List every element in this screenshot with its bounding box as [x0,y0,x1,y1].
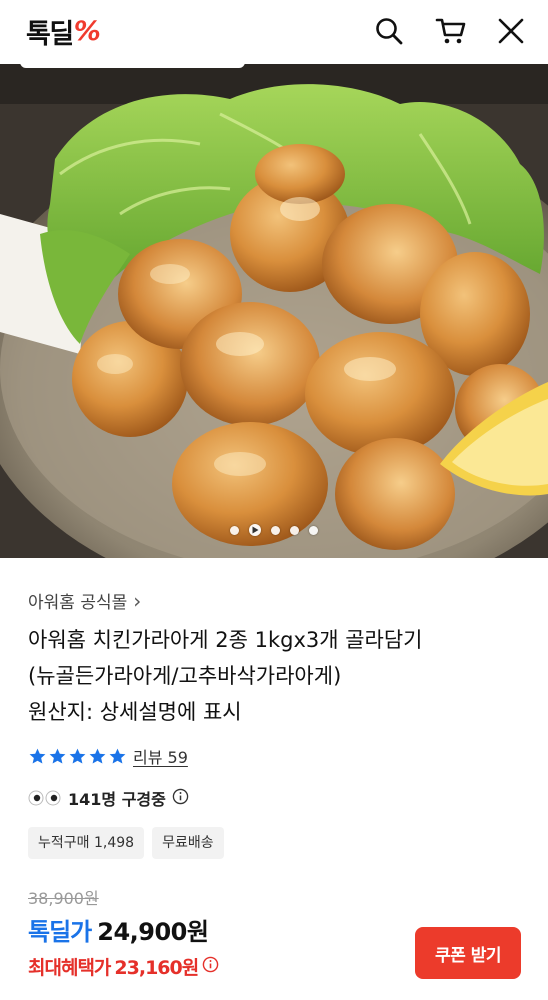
viewing-text: 141명 구경중 [68,790,166,809]
viewing-count: 141명 구경중 [28,786,189,810]
product-title-line: (뉴골든가라아게/고추바삭가라아게) [28,664,342,688]
carousel-dot[interactable] [309,525,318,535]
max-benefit-row[interactable]: 최대혜택가 23,160원 [28,953,219,980]
seller-link[interactable]: 아워홈 공식몰 › [28,588,142,614]
free-shipping-badge: 무료배송 [152,827,224,859]
badge-row: 누적구매 1,498 무료배송 [28,827,224,859]
original-price: 38,900원 [28,889,99,908]
product-title-line: 아워홈 치킨가라아게 2종 1kgx3개 골라담기 [28,628,423,652]
star-icon [109,748,126,764]
max-benefit-label: 최대혜택가 [28,957,111,979]
carousel-dot[interactable] [271,525,280,535]
info-icon[interactable] [202,956,219,977]
coupon-button[interactable]: 쿠폰 받기 [415,927,521,979]
chevron-right-icon: › [133,588,142,613]
play-icon[interactable] [249,524,261,536]
deal-price: 24,900원 [97,918,209,946]
logo-mark: % [73,15,101,47]
rating-row[interactable]: 리뷰 59 [28,744,188,768]
product-title-line: 원산지: 상세설명에 표시 [28,700,242,724]
close-icon[interactable] [494,14,528,48]
deal-price-label: 톡딜가 [28,918,92,946]
carousel-indicators [0,524,548,536]
logo-text: 톡딜 [26,18,74,50]
cart-icon[interactable] [434,14,468,48]
product-photo [0,64,548,558]
talkdeal-logo[interactable]: 톡딜 % [26,13,101,50]
eyes-icon [28,790,62,806]
star-icon [49,748,66,764]
search-icon[interactable] [372,14,406,48]
info-icon[interactable] [172,788,189,809]
review-count-link[interactable]: 리뷰 59 [133,744,188,768]
star-icon [89,748,106,764]
deal-price-row: 톡딜가 24,900원 [28,912,209,947]
star-rating [28,747,127,766]
carousel-dot[interactable] [290,525,299,535]
cumulative-purchase-badge: 누적구매 1,498 [28,827,145,859]
star-icon [69,748,86,764]
product-title: 아워홈 치킨가라아게 2종 1kgx3개 골라담기 (뉴골든가라아게/고추바삭가… [28,622,528,730]
max-benefit-price: 23,160원 [114,957,199,979]
star-icon [29,748,46,764]
seller-name: 아워홈 공식몰 [28,593,128,613]
carousel-dot[interactable] [230,525,239,535]
top-header: 톡딜 % [0,0,548,64]
product-image-carousel[interactable] [0,64,548,558]
